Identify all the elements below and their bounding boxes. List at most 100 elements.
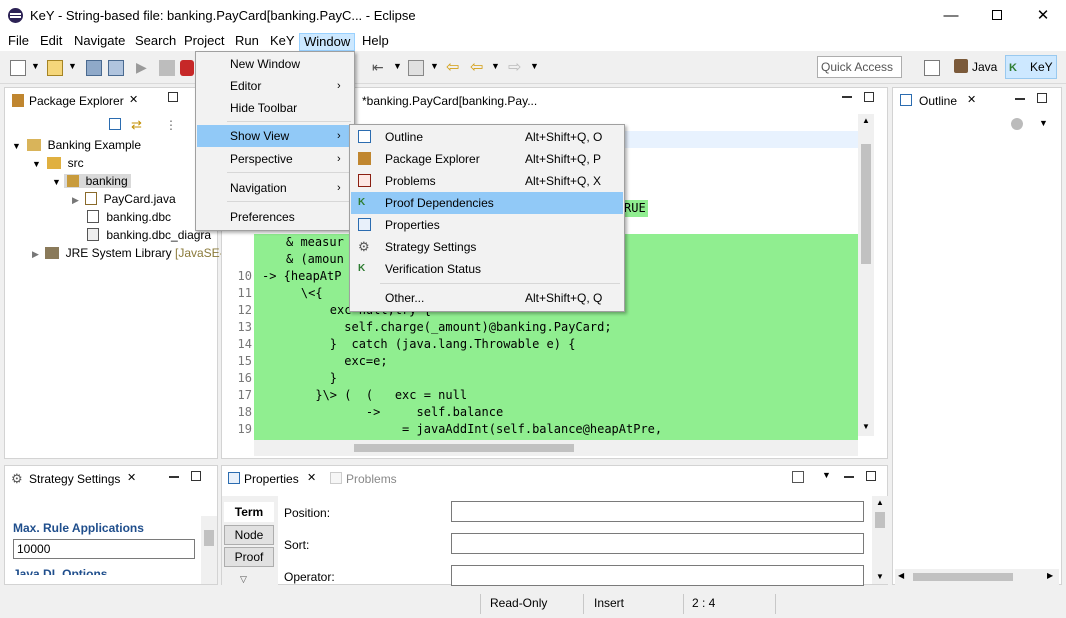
new-package-icon[interactable] (47, 60, 63, 76)
close-icon[interactable]: ✕ (129, 93, 138, 106)
position-field[interactable] (451, 501, 864, 522)
save-all-icon[interactable] (108, 60, 124, 76)
minimize-button[interactable]: — (928, 0, 974, 31)
outline-filter-icon[interactable] (1011, 118, 1023, 130)
menu-help[interactable]: Help (358, 33, 393, 51)
side-tab-proof[interactable]: Proof (224, 547, 274, 567)
annotation-dropdown-icon[interactable]: ▼ (430, 61, 439, 71)
new-icon[interactable] (10, 60, 26, 76)
menu-search[interactable]: Search (131, 33, 180, 51)
menu-navigate[interactable]: Navigate (70, 33, 129, 51)
scroll-thumb[interactable] (875, 512, 885, 528)
format-dropdown-icon[interactable]: ▼ (393, 61, 402, 71)
maximize-strategy-icon[interactable] (191, 471, 201, 481)
tree-item-jre[interactable]: ▶ JRE System Library [JavaSE- (32, 244, 224, 262)
tab-strategy-settings[interactable]: ⚙ Strategy Settings ✕ (5, 466, 145, 492)
properties-scrollbar[interactable]: ▲ ▼ (872, 496, 888, 584)
close-button[interactable]: ✕ (1020, 0, 1066, 31)
max-rule-input[interactable]: 10000 (13, 539, 195, 559)
show-view-item[interactable]: K Proof Dependencies (351, 192, 623, 214)
minimize-editor-icon[interactable] (842, 96, 852, 98)
maximize-outline-icon[interactable] (1037, 93, 1047, 103)
package-dropdown-icon[interactable]: ▼ (68, 61, 77, 71)
annotation-icon[interactable] (408, 60, 424, 76)
show-view-item[interactable]: Problems Alt+Shift+Q, X (351, 170, 623, 192)
last-edit-icon[interactable]: ⇦ (446, 57, 459, 77)
scroll-left-icon[interactable]: ◀ (898, 571, 904, 580)
scroll-thumb[interactable] (861, 144, 871, 264)
menu-item-editor[interactable]: Editor › (197, 75, 353, 97)
quick-access-input[interactable]: Quick Access (817, 56, 902, 78)
collapse-arrow-icon[interactable]: ▶ (32, 249, 39, 259)
tab-properties[interactable]: Properties ✕ (222, 466, 324, 492)
close-icon[interactable]: ✕ (307, 471, 316, 484)
menu-item-preferences[interactable]: Preferences (197, 206, 353, 228)
tab-problems[interactable]: Problems (326, 466, 406, 492)
scroll-thumb[interactable] (204, 530, 214, 546)
menu-item-show-view[interactable]: Show View › (197, 125, 353, 147)
tree-item-src[interactable]: ▼ src (32, 154, 84, 172)
tree-item-banking-dbc[interactable]: banking.dbc (87, 208, 171, 226)
editor-scrollbar[interactable]: ▲ ▼ (858, 114, 874, 436)
minimize-properties-icon[interactable] (844, 476, 854, 478)
expand-icon[interactable]: ▼ (52, 177, 61, 187)
run-icon[interactable]: ▶ (136, 59, 147, 76)
tree-item-banking-example[interactable]: ▼ Banking Example (12, 136, 141, 154)
menu-file[interactable]: File (4, 33, 33, 51)
outline-menu-icon[interactable]: ▼ (1039, 118, 1048, 128)
maximize-button[interactable] (974, 0, 1020, 31)
scroll-down-icon[interactable]: ▼ (876, 572, 884, 581)
menu-run[interactable]: Run (231, 33, 263, 51)
scroll-up-icon[interactable]: ▲ (862, 116, 870, 125)
side-tab-term[interactable]: Term (224, 502, 274, 522)
show-view-item[interactable]: K Verification Status (351, 258, 623, 280)
forward-dropdown-icon[interactable]: ▼ (530, 61, 539, 71)
tab-outline[interactable]: Outline ✕ (893, 88, 983, 114)
strategy-scrollbar[interactable] (201, 516, 217, 584)
tree-item-banking-diagram[interactable]: banking.dbc_diagra (87, 226, 211, 244)
side-scroll-down-icon[interactable]: ▽ (240, 574, 247, 585)
show-view-item[interactable]: Outline Alt+Shift+Q, O (351, 126, 623, 148)
view-menu-icon[interactable]: ▼ (822, 470, 831, 480)
link-editor-icon[interactable]: ⇄ (131, 117, 142, 133)
minimize-view-icon[interactable] (168, 92, 178, 102)
view-menu-icon[interactable]: ⋮ (165, 118, 177, 132)
scroll-up-icon[interactable]: ▲ (876, 498, 884, 507)
sort-field[interactable] (451, 533, 864, 554)
expand-icon[interactable]: ▼ (12, 141, 21, 151)
tree-item-paycard[interactable]: ▶ PayCard.java (72, 190, 176, 208)
maximize-editor-icon[interactable] (864, 92, 874, 102)
format-icon[interactable]: ⇤ (372, 59, 384, 76)
save-icon[interactable] (86, 60, 102, 76)
tree-item-banking[interactable]: ▼ banking (52, 172, 131, 190)
show-view-item[interactable]: ⚙ Strategy Settings (351, 236, 623, 258)
pin-icon[interactable] (792, 471, 804, 483)
expand-icon[interactable]: ▼ (32, 159, 41, 169)
menu-project[interactable]: Project (180, 33, 228, 51)
menu-item-hide-toolbar[interactable]: Hide Toolbar (197, 97, 353, 119)
show-view-item[interactable]: Other... Alt+Shift+Q, Q (351, 287, 623, 309)
menu-key[interactable]: KeY (266, 33, 299, 51)
menu-item-perspective[interactable]: Perspective › (197, 148, 353, 170)
hscroll-thumb[interactable] (913, 573, 1013, 581)
forward-icon[interactable]: ⇨ (508, 57, 521, 77)
show-view-item[interactable]: Properties (351, 214, 623, 236)
outline-hscrollbar[interactable]: ◀ ▶ (895, 569, 1059, 585)
operator-field[interactable] (451, 565, 864, 586)
scroll-down-icon[interactable]: ▼ (862, 422, 870, 431)
back-icon[interactable]: ⇦ (470, 57, 483, 77)
editor-hscrollbar[interactable] (254, 440, 858, 456)
scroll-right-icon[interactable]: ▶ (1047, 571, 1053, 580)
collapse-arrow-icon[interactable]: ▶ (72, 195, 79, 205)
tab-package-explorer[interactable]: Package Explorer ✕ (5, 88, 145, 114)
collapse-all-icon[interactable] (109, 118, 121, 130)
close-icon[interactable]: ✕ (127, 471, 136, 484)
new-dropdown-icon[interactable]: ▼ (31, 61, 40, 71)
maximize-properties-icon[interactable] (866, 471, 876, 481)
stop-icon[interactable] (159, 60, 175, 76)
minimize-strategy-icon[interactable] (169, 476, 179, 478)
close-icon[interactable]: ✕ (967, 93, 976, 106)
back-dropdown-icon[interactable]: ▼ (491, 61, 500, 71)
menu-edit[interactable]: Edit (36, 33, 66, 51)
minimize-outline-icon[interactable] (1015, 98, 1025, 100)
